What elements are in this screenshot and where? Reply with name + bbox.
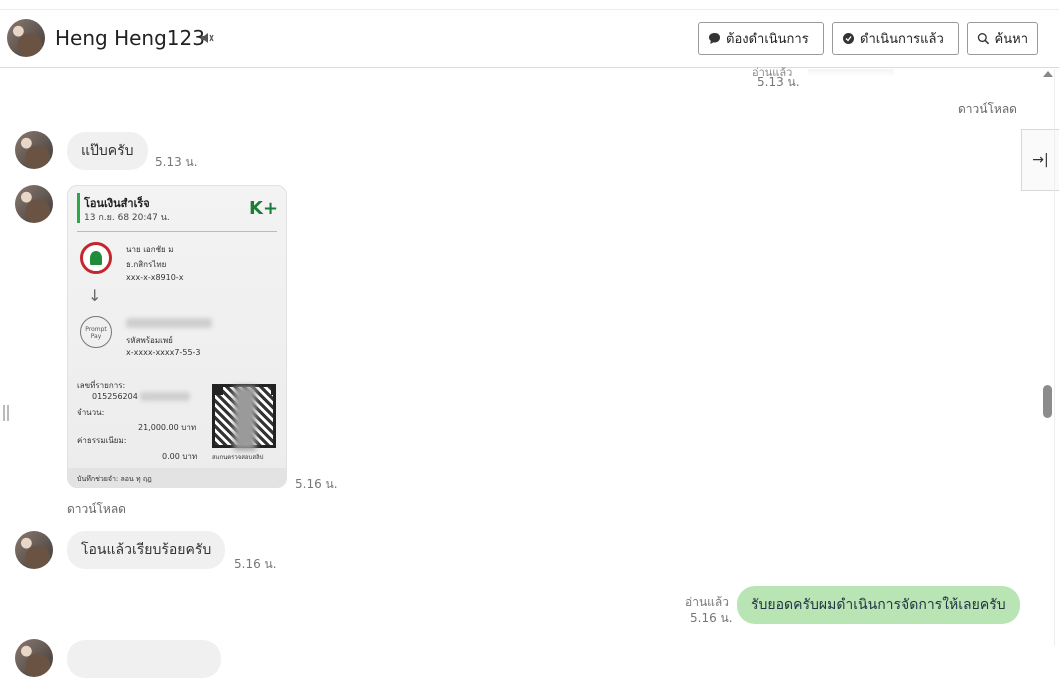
avatar[interactable] xyxy=(15,131,53,169)
sender-account: xxx-x-x8910-x xyxy=(126,273,184,282)
message-bubble[interactable]: โอนแล้วเรียบร้อยครับ xyxy=(67,531,226,569)
avatar[interactable] xyxy=(15,639,53,677)
done-button[interactable]: ดำเนินการแล้ว xyxy=(832,22,959,55)
blurred-ref xyxy=(140,392,190,401)
slip-accent-bar xyxy=(77,193,80,223)
slip-date: 13 ก.ย. 68 20:47 น. xyxy=(84,213,170,223)
mute-icon[interactable] xyxy=(200,31,214,45)
ref-label: เลขที่รายการ: xyxy=(77,381,126,390)
fee-label: ค่าธรรมเนียม: xyxy=(77,436,127,445)
arrow-down-icon: ↓ xyxy=(88,286,102,305)
scroll-track[interactable] xyxy=(1054,69,1055,646)
receiver-account: x-xxxx-xxxx7-55-3 xyxy=(126,348,201,357)
check-bubble-icon xyxy=(843,33,854,44)
avatar[interactable] xyxy=(15,531,53,569)
download-link[interactable]: ดาวน์โหลด xyxy=(67,500,126,519)
done-label: ดำเนินการแล้ว xyxy=(860,32,944,47)
scroll-up-arrow-icon[interactable] xyxy=(1043,71,1053,77)
avatar[interactable] xyxy=(15,185,53,223)
message-time: 5.16 น. xyxy=(234,557,277,571)
message-time: 5.16 น. xyxy=(295,477,338,491)
search-label: ค้นหา xyxy=(994,32,1028,47)
slip-divider xyxy=(77,231,277,232)
qr-caption: สแกนตรวจสอบสลิป xyxy=(212,454,264,461)
todo-button[interactable]: ต้องดำเนินการ xyxy=(698,22,824,55)
message-time: 5.13 น. xyxy=(155,155,198,169)
ref-value: 015256204 xyxy=(92,392,138,401)
promptpay-logo-icon: Prompt Pay xyxy=(80,316,112,348)
slip-footer: บันทึกช่วยจำ: ลอน ทุ ฤฎ xyxy=(68,468,286,487)
top-strip xyxy=(0,0,1059,10)
search-button[interactable]: ค้นหา xyxy=(967,22,1038,55)
todo-label: ต้องดำเนินการ xyxy=(726,32,809,47)
contact-name[interactable]: Heng Heng123 xyxy=(55,26,205,50)
transfer-slip-image[interactable]: โอนเงินสำเร็จ 13 ก.ย. 68 20:47 น. K+ นาย… xyxy=(67,185,287,488)
receiver-label: รหัสพร้อมเพย์ xyxy=(126,336,173,345)
blurred-receiver-name xyxy=(126,318,212,328)
sender-name: นาย เอกชัย ม xyxy=(126,245,174,254)
search-icon xyxy=(977,32,990,45)
sender-bank: ธ.กสิกรไทย xyxy=(126,260,167,269)
avatar[interactable] xyxy=(7,19,45,57)
fee-value: 0.00 บาท xyxy=(162,452,198,461)
message-bubble[interactable]: แป๊บครับ xyxy=(67,132,148,170)
amount-label: จำนวน: xyxy=(77,408,105,417)
download-link[interactable]: ดาวน์โหลด xyxy=(958,100,1017,119)
slip-memo: บันทึกช่วยจำ: ลอน ทุ ฤฎ xyxy=(77,475,152,483)
kplus-logo: K+ xyxy=(249,198,279,219)
image-thumbnail-cut[interactable] xyxy=(808,69,894,77)
chat-bubble-icon xyxy=(709,33,720,44)
chat-area[interactable]: อ่านแล้ว 5.13 น. ดาวน์โหลด แป๊บครับ 5.13… xyxy=(0,66,1059,678)
resize-handle[interactable] xyxy=(3,405,9,421)
scrollbar-thumb[interactable] xyxy=(1043,385,1052,418)
message-bubble-outgoing[interactable]: รับยอดครับผมดำเนินการจัดการให้เลยครับ xyxy=(737,586,1020,624)
message-time: 5.16 น. xyxy=(690,611,733,625)
amount-value: 21,000.00 บาท xyxy=(138,423,197,432)
message-time: 5.13 น. xyxy=(757,75,800,89)
qr-blur xyxy=(234,386,256,450)
chat-header: Heng Heng123 ต้องดำเนินการ ดำเนินการแล้ว… xyxy=(0,10,1059,68)
kbank-logo-icon xyxy=(80,242,112,274)
